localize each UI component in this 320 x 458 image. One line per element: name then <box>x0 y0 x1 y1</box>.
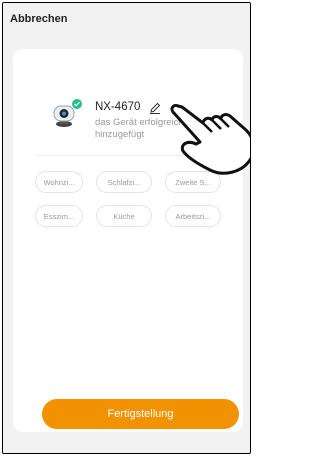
room-chip-arbeitszimmer[interactable]: Arbeitszi... <box>165 205 221 227</box>
pencil-icon[interactable] <box>148 101 162 115</box>
check-icon <box>71 98 83 110</box>
top-bar: Abbrechen <box>3 3 250 47</box>
cancel-button[interactable]: Abbrechen <box>10 13 67 25</box>
app-window: Abbrechen NX-4670 das Gerät erfolgreich … <box>2 2 251 454</box>
room-chip-wohnzimmer[interactable]: Wohnzi... <box>35 171 83 193</box>
room-chip-esszimmer[interactable]: Esszim... <box>35 205 83 227</box>
device-name: NX-4670 <box>95 101 141 113</box>
finish-button[interactable]: Fertigstellung <box>42 399 239 429</box>
room-chip-schlafzimmer[interactable]: Schlafzi... <box>96 171 152 193</box>
room-chip-kueche[interactable]: Küche <box>96 205 152 227</box>
pointing-hand-icon <box>170 104 250 175</box>
